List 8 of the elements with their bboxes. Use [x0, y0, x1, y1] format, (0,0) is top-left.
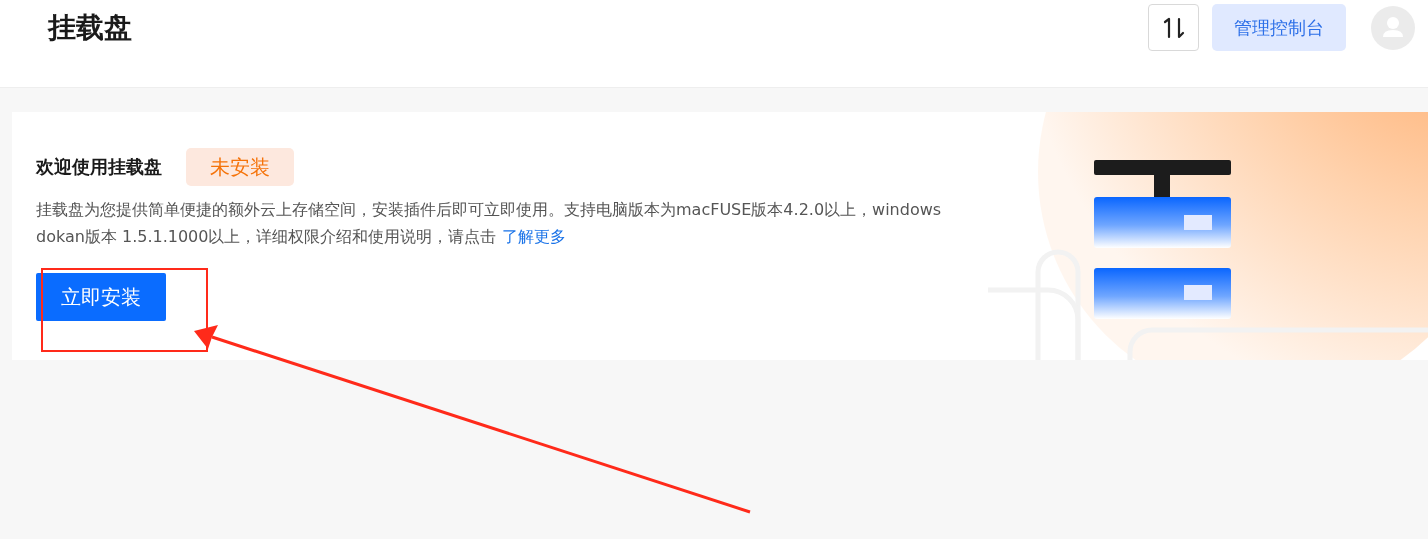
- status-badge: 未安装: [186, 148, 294, 186]
- sort-button[interactable]: [1148, 4, 1199, 51]
- install-button[interactable]: 立即安装: [36, 273, 166, 321]
- console-button[interactable]: 管理控制台: [1212, 4, 1346, 51]
- page-title: 挂载盘: [48, 10, 132, 46]
- description-text: 挂载盘为您提供简单便捷的额外云上存储空间，安装插件后即可立即使用。支持电脑版本为macFUSE版本4.2.0以上，windows dokan版本 1.5.1.1000以上，详细权限介绍和使用说明，请点击 了解更多: [36, 199, 943, 248]
- learn-more-link[interactable]: 了解更多: [501, 227, 566, 246]
- welcome-title: 欢迎使用挂载盘: [36, 155, 162, 179]
